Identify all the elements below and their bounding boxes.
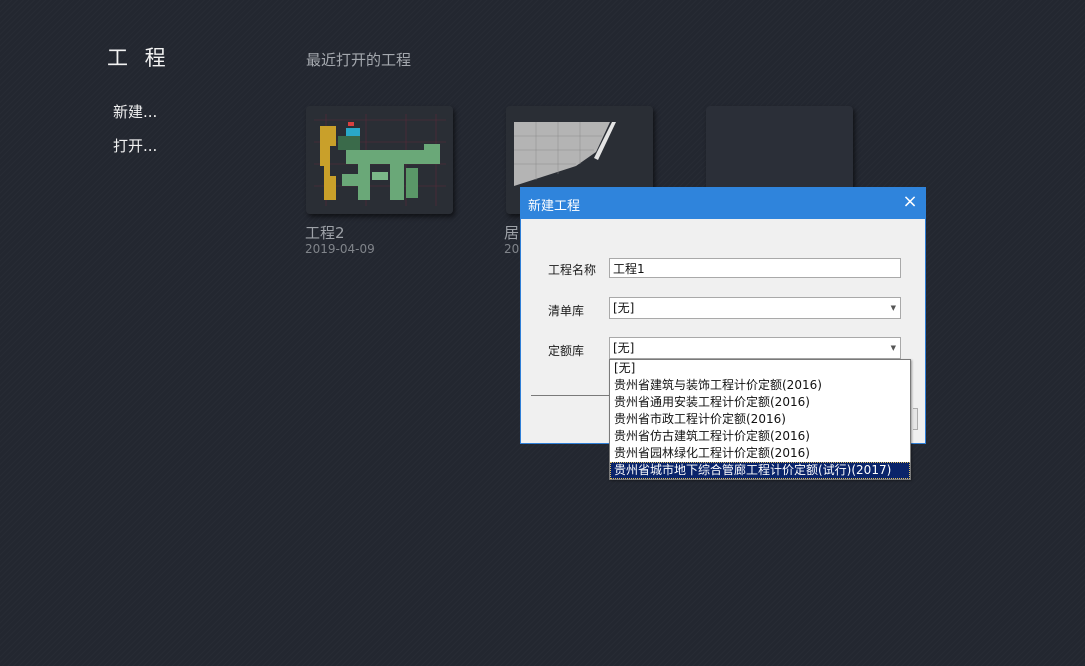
project-name-input[interactable]	[609, 258, 901, 278]
bill-library-label: 清单库	[548, 304, 585, 318]
dropdown-option[interactable]: 贵州省建筑与装饰工程计价定额(2016)	[610, 377, 910, 394]
dropdown-option[interactable]: 贵州省仿古建筑工程计价定额(2016)	[610, 428, 910, 445]
sidebar-title: 工 程	[107, 46, 171, 70]
dialog-button[interactable]	[913, 408, 918, 430]
quota-library-value: [无]	[613, 341, 635, 355]
dropdown-arrow-icon[interactable]: ▼	[891, 338, 896, 358]
recent-projects-title: 最近打开的工程	[306, 51, 412, 69]
new-project-menu-item[interactable]: 新建...	[113, 101, 157, 122]
dropdown-arrow-icon[interactable]: ▼	[891, 298, 896, 318]
dropdown-option-selected[interactable]: 贵州省城市地下综合管廊工程计价定额(试行)(2017)	[610, 462, 910, 479]
project-thumbnail-floorplan	[306, 106, 453, 214]
recent-project-name[interactable]: 工程2	[305, 222, 345, 243]
quota-library-dropdown-list: [无] 贵州省建筑与装饰工程计价定额(2016) 贵州省通用安装工程计价定额(2…	[609, 359, 911, 480]
recent-project-name[interactable]: 居	[504, 222, 519, 243]
recent-project-card-1[interactable]	[306, 106, 453, 214]
project-name-label: 工程名称	[548, 263, 597, 277]
bill-library-select[interactable]: [无] ▼	[609, 297, 901, 319]
close-icon[interactable]: ×	[900, 192, 920, 212]
dialog-title: 新建工程	[528, 199, 581, 214]
dropdown-option[interactable]: 贵州省园林绿化工程计价定额(2016)	[610, 445, 910, 462]
dialog-title-bar[interactable]: 新建工程 ×	[520, 187, 926, 219]
dropdown-option[interactable]: [无]	[610, 360, 910, 377]
recent-project-date: 20	[504, 242, 520, 256]
divider	[531, 395, 611, 396]
recent-project-date: 2019-04-09	[305, 242, 375, 256]
dropdown-option[interactable]: 贵州省通用安装工程计价定额(2016)	[610, 394, 910, 411]
bill-library-value: [无]	[613, 301, 635, 315]
quota-library-label: 定额库	[548, 344, 585, 358]
dropdown-option[interactable]: 贵州省市政工程计价定额(2016)	[610, 411, 910, 428]
quota-library-select[interactable]: [无] ▼	[609, 337, 901, 359]
open-project-menu-item[interactable]: 打开...	[113, 135, 157, 156]
